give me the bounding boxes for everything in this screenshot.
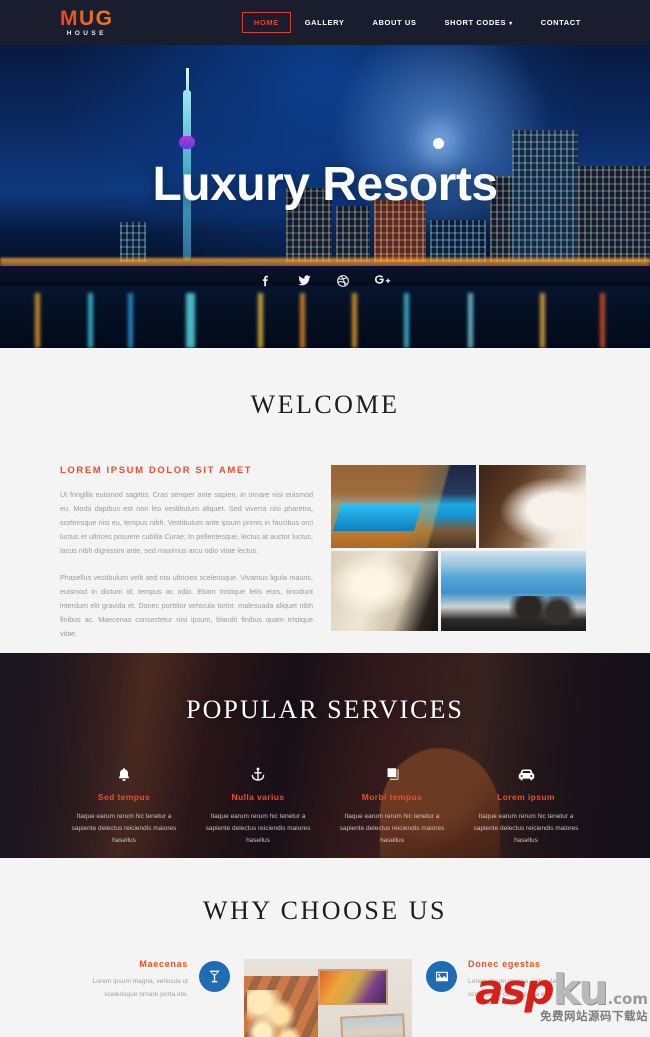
anchor-icon [199,763,317,785]
services-list: Sed tempus Itaque earum rerum hic tenetu… [0,763,650,847]
service-name: Morbi tempus [361,792,423,802]
cocktail-glass-icon [199,961,230,992]
why-feature-heading: Donec egestas [468,959,541,969]
wall-art-2 [340,1013,407,1037]
building-windows [430,220,486,262]
service-description: Itaque earum rerum hic tenetur a sapient… [339,813,445,845]
service-description: Itaque earum rerum hic tenetur a sapient… [473,813,579,845]
bell-icon [65,763,183,785]
hero-banner: Luxury Resorts [0,45,650,348]
welcome-title: WELCOME [250,390,400,419]
water-reflection [300,293,305,348]
why-choose-us-section: WHY CHOOSE US Maecenas Lorem ipsum magna… [0,858,650,1037]
water-reflection [352,293,357,348]
water-reflection [540,293,545,348]
why-feature-text: Lorem ipsum magna, vehicula ut scelerisq… [468,978,564,998]
nav-item-contact[interactable]: CONTACT [527,13,595,32]
water-reflection [186,293,195,348]
why-feature-text: Lorem ipsum magna, vehicula ut scelerisq… [92,978,188,998]
gallery-lights-art-photo [244,959,412,1037]
service-item[interactable]: Nulla varius Itaque earum rerum hic tene… [191,763,325,847]
nav-item-short-codes[interactable]: SHORT CODES ▾ [430,13,526,32]
skyline-building [120,222,146,262]
water-reflection [600,293,605,348]
hotel-room-keycard-photo [331,551,438,631]
site-logo[interactable]: MUG HOUSE [60,8,114,38]
why-feature-heading: Maecenas [139,959,188,969]
building-windows [336,206,370,262]
service-name: Lorem ipsum [497,792,555,802]
welcome-text-column: LOREM IPSUM DOLOR SIT AMET Ut fringilla … [60,465,313,680]
light-bulbs-decoration [247,990,318,1037]
nav-item-gallery[interactable]: GALLERY [291,13,359,32]
skyline-building [430,220,486,262]
nav-item-home[interactable]: HOME [241,12,291,33]
nav-item-short-codes-label: SHORT CODES [444,18,507,27]
image-photo-icon [426,961,457,992]
car-icon [467,763,585,785]
hero-social-links [0,273,650,288]
logo-main-text: MUG [60,6,114,30]
chef-buffet-photo [479,465,586,548]
service-item[interactable]: Sed tempus Itaque earum rerum hic tenetu… [57,763,191,847]
why-feature-left-text: Maecenas Lorem ipsum magna, vehicula ut … [60,959,188,1002]
water-reflection-area [0,286,650,348]
site-header: MUG HOUSE HOME GALLERY ABOUT US SHORT CO… [0,0,650,45]
water-reflection [404,293,409,348]
water-reflection [128,293,133,348]
welcome-body: LOREM IPSUM DOLOR SIT AMET Ut fringilla … [0,465,650,680]
why-feature-right-text: Donec egestas Lorem ipsum magna, vehicul… [468,959,596,1002]
book-icon [333,763,451,785]
welcome-gallery-row-1 [331,465,586,548]
welcome-paragraph-1: Ut fringilla euismod sagittis. Cras semp… [60,490,313,556]
hotel-pool-night-photo [331,465,476,548]
twitter-icon[interactable] [297,273,312,288]
welcome-subheading: LOREM IPSUM DOLOR SIT AMET [60,465,253,476]
water-reflection [35,293,40,348]
main-navigation: HOME GALLERY ABOUT US SHORT CODES ▾ CONTA… [241,12,595,33]
poolside-lounge-photo [441,551,586,631]
chevron-down-icon: ▾ [509,21,513,27]
facebook-icon[interactable] [259,274,273,288]
popular-services-section: POPULAR SERVICES Sed tempus Itaque earum… [0,653,650,858]
why-feature-left[interactable]: Maecenas Lorem ipsum magna, vehicula ut … [60,959,230,1002]
water-reflection [258,293,263,348]
wall-art-1 [317,968,389,1005]
services-title: POPULAR SERVICES [186,695,464,724]
building-windows [120,222,146,262]
service-name: Nulla varius [231,792,285,802]
service-description: Itaque earum rerum hic tenetur a sapient… [205,813,311,845]
why-choose-us-title: WHY CHOOSE US [203,896,447,925]
logo-sub-text: HOUSE [66,29,107,37]
hero-title: Luxury Resorts [152,158,498,211]
why-choose-us-row: Maecenas Lorem ipsum magna, vehicula ut … [0,959,650,1037]
skyline-building [336,206,370,262]
welcome-paragraph-2: Phasellus vestibulum velit sed nisi ultr… [60,573,313,639]
service-name: Sed tempus [97,792,151,802]
service-item[interactable]: Lorem ipsum Itaque earum rerum hic tenet… [459,763,593,847]
why-feature-right[interactable]: Donec egestas Lorem ipsum magna, vehicul… [426,959,596,1002]
nav-item-about-us[interactable]: ABOUT US [358,13,430,32]
service-item[interactable]: Morbi tempus Itaque earum rerum hic tene… [325,763,459,847]
welcome-section: WELCOME LOREM IPSUM DOLOR SIT AMET Ut fr… [0,348,650,680]
page-root: MUG HOUSE HOME GALLERY ABOUT US SHORT CO… [0,0,650,1037]
welcome-gallery-row-2 [331,551,586,631]
moon-decoration [433,138,444,149]
google-plus-icon[interactable] [374,274,391,288]
service-description: Itaque earum rerum hic tenetur a sapient… [71,813,177,845]
dribbble-icon[interactable] [336,274,350,288]
water-reflection [468,293,473,348]
water-reflection [88,293,93,348]
welcome-gallery [331,465,586,679]
